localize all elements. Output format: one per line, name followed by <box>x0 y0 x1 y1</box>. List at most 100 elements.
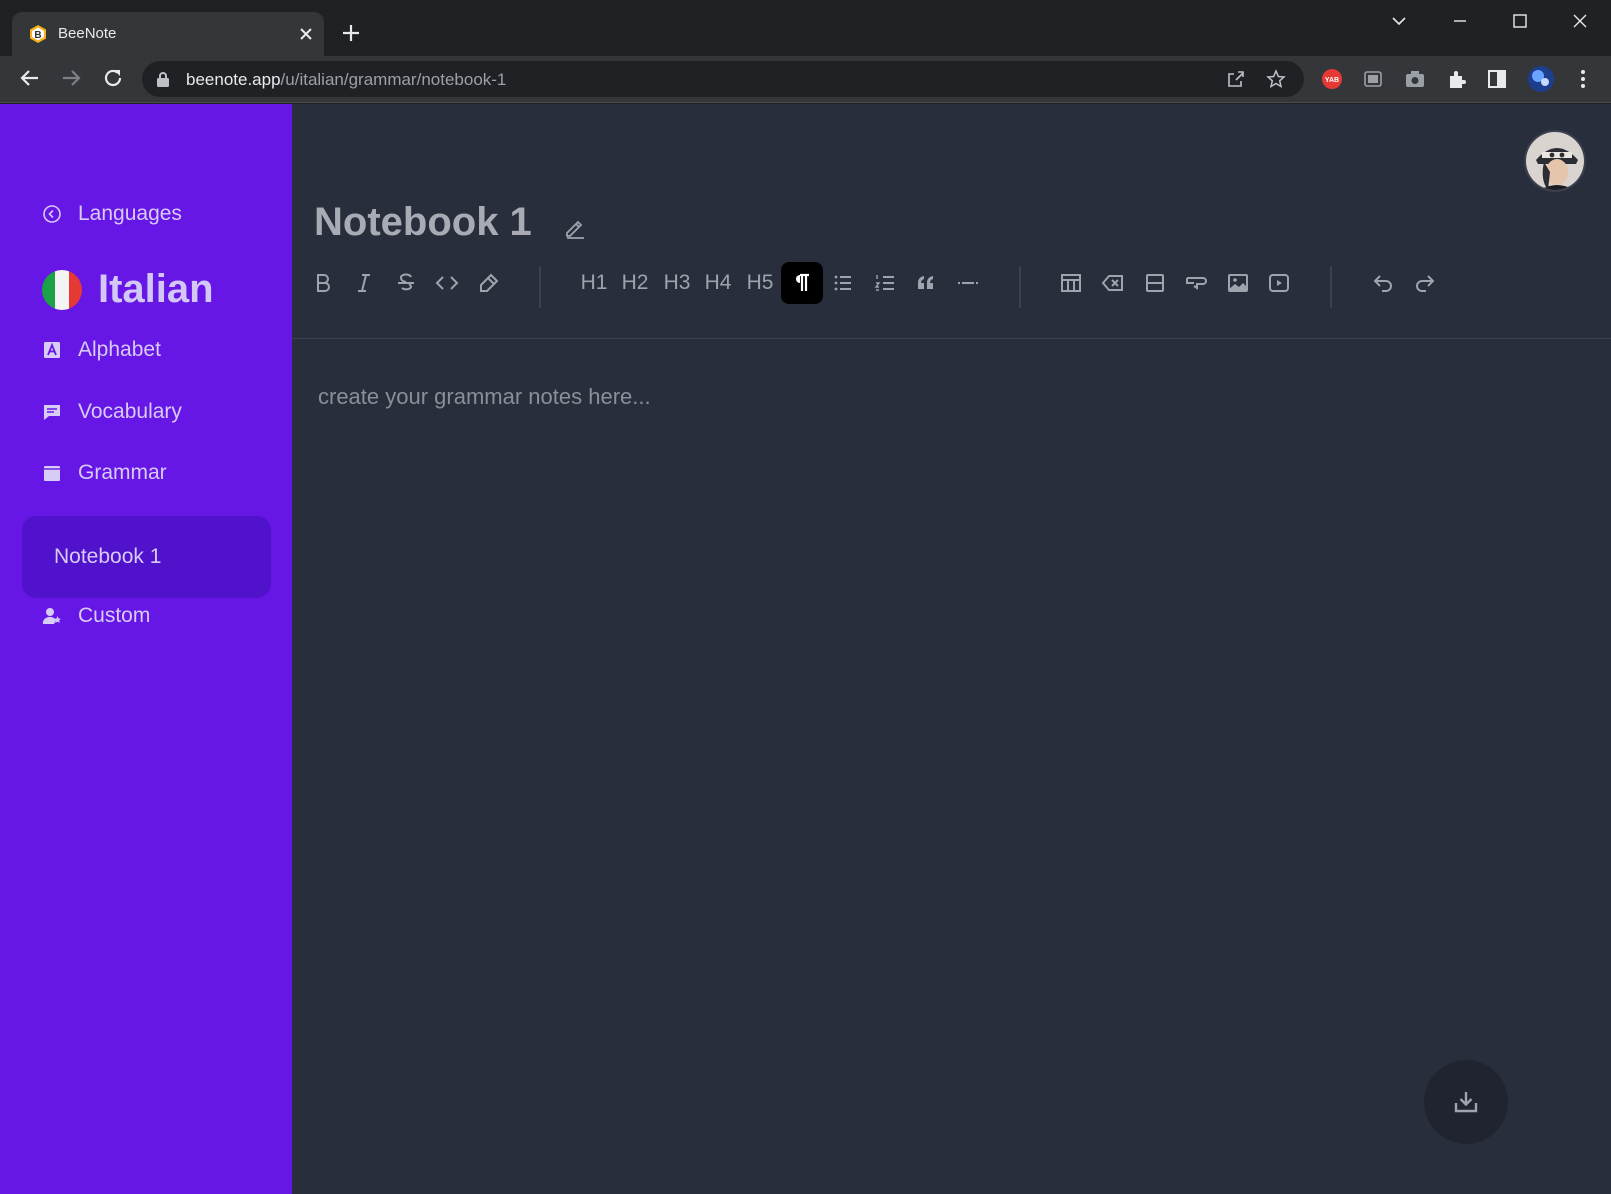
download-button[interactable] <box>1424 1060 1508 1144</box>
split-row-icon <box>1146 274 1164 292</box>
video-icon <box>1269 274 1289 292</box>
hard-break-button[interactable] <box>1175 262 1217 304</box>
toolbar-separator <box>539 266 541 308</box>
redo-icon <box>1416 275 1435 292</box>
sidebar-item-custom[interactable]: Custom <box>42 604 150 628</box>
beenote-app: Languages Italian Alphabet Vocabulary Gr… <box>0 104 1611 1194</box>
paragraph-icon <box>796 273 809 291</box>
sidebar-item-label: Notebook 1 <box>54 545 162 568</box>
download-icon <box>1454 1092 1478 1113</box>
strikethrough-icon <box>398 273 414 291</box>
camera-extension-icon[interactable] <box>1404 68 1426 90</box>
alphabet-icon <box>44 342 60 358</box>
insert-video-button[interactable] <box>1258 262 1300 304</box>
insert-table-button[interactable] <box>1050 262 1092 304</box>
toolbar-separator <box>1019 266 1021 308</box>
italy-flag-icon <box>42 269 82 310</box>
bold-button[interactable] <box>302 262 344 304</box>
minimize-icon[interactable] <box>1449 10 1471 32</box>
new-tab-icon[interactable] <box>340 22 362 44</box>
ordered-list-icon <box>874 275 894 291</box>
browser-tab[interactable]: B BeeNote <box>12 12 324 56</box>
sidebar-item-label: Alphabet <box>78 338 161 361</box>
edit-title-icon[interactable] <box>562 214 588 240</box>
address-bar[interactable]: beenote.app/u/italian/grammar/notebook-1 <box>142 61 1304 97</box>
side-panel-icon[interactable] <box>1486 68 1508 90</box>
highlighter-icon <box>480 273 499 292</box>
redo-button[interactable] <box>1404 262 1446 304</box>
quote-icon <box>918 276 933 289</box>
heading-5-button[interactable]: H5 <box>739 262 781 304</box>
back-arrow-icon[interactable] <box>18 66 42 90</box>
paragraph-button[interactable] <box>781 262 823 304</box>
heading-1-button[interactable]: H1 <box>573 262 615 304</box>
strikethrough-button[interactable] <box>385 262 427 304</box>
chat-icon <box>44 405 60 420</box>
blockquote-button[interactable] <box>905 262 947 304</box>
bullet-list-icon <box>834 275 851 291</box>
heading-3-button[interactable]: H3 <box>656 262 698 304</box>
tab-title: BeeNote <box>58 25 117 42</box>
highlight-button[interactable] <box>468 262 510 304</box>
bullet-list-button[interactable] <box>822 262 864 304</box>
horizontal-rule-button[interactable] <box>947 262 989 304</box>
screen-capture-extension-icon[interactable] <box>1362 68 1384 90</box>
sidebar-item-grammar[interactable]: Grammar <box>42 461 167 485</box>
sidebar-item-label: Vocabulary <box>78 400 182 423</box>
image-icon <box>1228 274 1248 292</box>
insert-row-button[interactable] <box>1134 262 1176 304</box>
notebook-title: Notebook 1 <box>314 200 532 244</box>
book-icon <box>44 466 60 481</box>
insert-image-button[interactable] <box>1217 262 1259 304</box>
heading-2-button[interactable]: H2 <box>614 262 656 304</box>
bold-icon <box>317 274 330 292</box>
code-icon <box>435 276 459 290</box>
sidebar-item-label: Custom <box>78 604 151 627</box>
ordered-list-button[interactable] <box>864 262 906 304</box>
user-avatar[interactable] <box>1524 130 1586 192</box>
italic-button[interactable] <box>343 262 385 304</box>
sidebar-item-vocabulary[interactable]: Vocabulary <box>42 400 182 424</box>
url-text: beenote.app/u/italian/grammar/notebook-1 <box>186 70 507 89</box>
languages-label: Languages <box>78 202 182 225</box>
sidebar-item-alphabet[interactable]: Alphabet <box>42 338 161 362</box>
beenote-favicon-icon: B <box>28 24 48 44</box>
code-button[interactable] <box>426 262 468 304</box>
table-icon <box>1061 274 1081 292</box>
extensions-puzzle-icon[interactable] <box>1446 68 1468 90</box>
sidebar: Languages Italian Alphabet Vocabulary Gr… <box>0 104 292 1194</box>
horizontal-rule-icon <box>958 282 978 284</box>
heading-4-button[interactable]: H4 <box>697 262 739 304</box>
delete-table-button[interactable] <box>1092 262 1134 304</box>
text-wrap-icon <box>1186 277 1207 290</box>
undo-button[interactable] <box>1362 262 1404 304</box>
browser-menu-icon[interactable] <box>1572 68 1594 90</box>
lock-icon <box>156 71 170 87</box>
sidebar-item-label: Grammar <box>78 461 167 484</box>
adblock-extension-icon[interactable]: YAB <box>1321 68 1343 90</box>
language-title: Italian <box>98 267 214 311</box>
svg-text:YAB: YAB <box>1325 77 1339 84</box>
svg-text:B: B <box>34 30 41 41</box>
reload-icon[interactable] <box>101 66 125 90</box>
maximize-icon[interactable] <box>1509 10 1531 32</box>
share-icon[interactable] <box>1226 69 1246 89</box>
close-tab-icon[interactable] <box>296 24 316 44</box>
tab-search-icon[interactable] <box>1388 10 1410 32</box>
browser-tab-bar: B BeeNote <box>0 0 1611 56</box>
back-circle-icon <box>43 205 61 223</box>
toolbar-separator <box>1330 266 1332 308</box>
editor-content[interactable]: create your grammar notes here... <box>318 384 651 410</box>
bookmark-star-icon[interactable] <box>1266 69 1286 89</box>
editor-divider <box>292 338 1611 339</box>
language-header: Italian <box>42 267 214 312</box>
close-window-icon[interactable] <box>1569 10 1591 32</box>
italic-icon <box>358 274 370 292</box>
forward-arrow-icon[interactable] <box>59 66 83 90</box>
languages-back-link[interactable]: Languages <box>42 202 182 226</box>
profile-avatar-icon[interactable] <box>1527 65 1555 93</box>
backspace-icon <box>1101 275 1123 291</box>
sidebar-item-notebook-1[interactable]: Notebook 1 <box>22 516 271 598</box>
undo-icon <box>1373 275 1392 292</box>
browser-toolbar: beenote.app/u/italian/grammar/notebook-1… <box>0 56 1611 103</box>
